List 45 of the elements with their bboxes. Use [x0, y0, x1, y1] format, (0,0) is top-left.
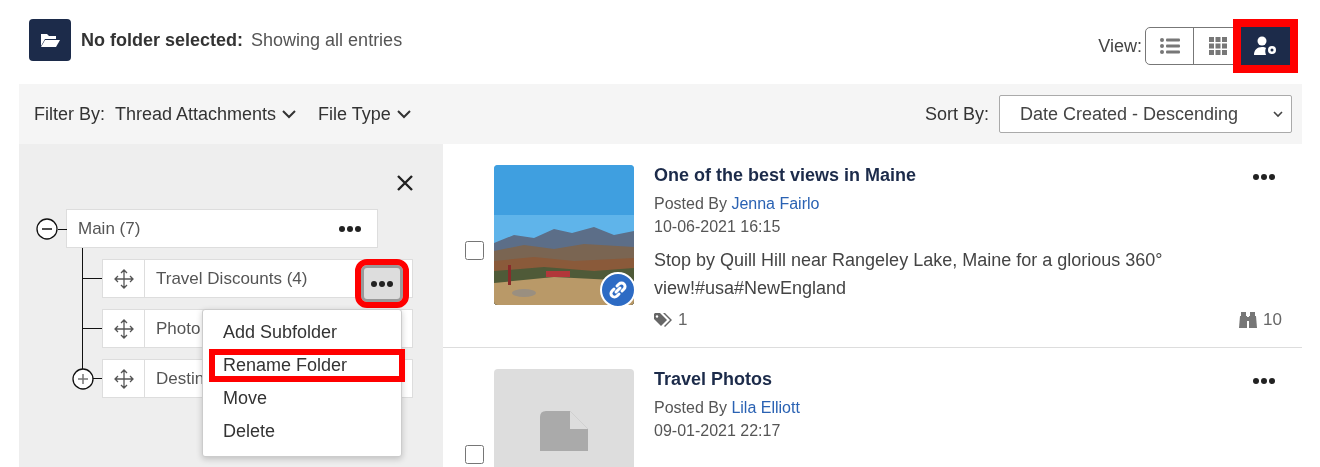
posted-by-label: Posted By — [654, 195, 727, 212]
close-icon[interactable] — [396, 174, 414, 192]
user-gear-icon — [1253, 36, 1278, 56]
menu-item[interactable]: Add Subfolder — [203, 316, 401, 349]
author-link[interactable]: Jenna Fairlo — [731, 195, 820, 212]
menu-item[interactable]: Rename Folder — [209, 349, 405, 382]
file-icon — [540, 411, 588, 451]
folder-icon — [29, 19, 71, 61]
filter-dropdown[interactable]: File Type — [318, 103, 411, 125]
more-icon[interactable] — [339, 225, 361, 232]
sort-label: Sort By: — [924, 103, 989, 125]
entry-description: Stop by Quill Hill near Rangeley Lake, Maine for a glorious 360° view!#usa#NewEngland — [654, 249, 1164, 300]
menu-item[interactable]: Move — [203, 382, 401, 415]
entry-title[interactable]: Travel Photos — [654, 369, 1292, 390]
filter-label: Filter By: — [34, 103, 105, 125]
folder-status-text: Showing all entries — [251, 29, 403, 51]
folder-name: Travel Discounts (4) — [155, 268, 308, 289]
sort-select[interactable]: Date Created - Descending — [999, 95, 1292, 133]
more-icon[interactable] — [1253, 174, 1275, 180]
entry-checkbox[interactable] — [465, 445, 484, 464]
author-link[interactable]: Lila Elliott — [731, 399, 800, 416]
menu-item[interactable]: Delete — [203, 415, 401, 448]
more-icon[interactable] — [1253, 378, 1275, 384]
grid-icon — [1208, 37, 1227, 55]
entry-date: 10-06-2021 16:15 — [654, 217, 782, 237]
entry-checkbox[interactable] — [465, 241, 484, 260]
folder-name: Photo — [155, 318, 201, 339]
entry-title[interactable]: One of the best views in Maine — [654, 165, 1292, 186]
collapse-toggle-icon[interactable] — [36, 217, 58, 240]
folder-name: Main (7) — [78, 218, 141, 239]
folder-name: Destin — [155, 368, 205, 389]
posted-by-label: Posted By — [654, 399, 727, 416]
filter-dropdown[interactable]: Thread Attachments — [115, 103, 297, 125]
chevron-down-icon — [282, 109, 297, 119]
folder-status-label: No folder selected: — [81, 29, 244, 51]
binoculars-icon — [1239, 312, 1258, 328]
view-label: View: — [1098, 35, 1142, 57]
tag-count: 1 — [678, 310, 688, 330]
chevron-down-icon — [396, 109, 411, 119]
chevron-down-icon — [1273, 110, 1283, 118]
view-count: 10 — [1263, 310, 1282, 330]
expand-toggle-icon[interactable] — [72, 368, 94, 390]
tag-icon — [654, 313, 672, 327]
list-icon — [1159, 38, 1180, 54]
entry-date: 09-01-2021 22:17 — [654, 421, 782, 441]
